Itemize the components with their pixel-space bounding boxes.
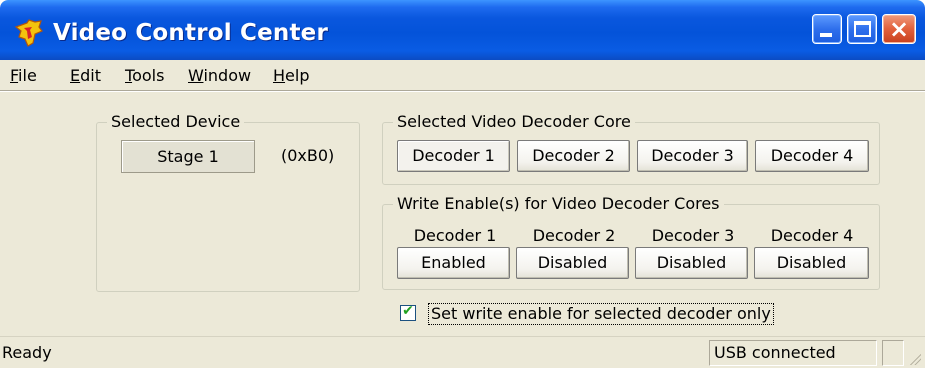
menu-separator bbox=[0, 90, 925, 92]
decoder-1-button[interactable]: Decoder 1 bbox=[397, 140, 510, 172]
menu-edit-accel: E bbox=[70, 66, 81, 85]
selected-device-title: Selected Device bbox=[107, 112, 245, 131]
status-bar: Ready USB connected bbox=[0, 336, 925, 368]
status-connection: USB connected bbox=[709, 340, 877, 366]
close-icon: × bbox=[888, 15, 910, 43]
menu-tools[interactable]: Tools bbox=[125, 66, 164, 85]
menu-window-accel: W bbox=[188, 66, 204, 85]
menu-file[interactable]: File bbox=[10, 66, 37, 85]
write-enable-decoder-3-button[interactable]: Disabled bbox=[635, 247, 748, 279]
device-address: (0xB0) bbox=[281, 146, 335, 165]
resize-grip-icon[interactable] bbox=[907, 351, 921, 365]
decoder-2-button[interactable]: Decoder 2 bbox=[517, 140, 630, 172]
status-ready-text: Ready bbox=[2, 343, 52, 362]
menu-window[interactable]: Window bbox=[188, 66, 251, 85]
selected-only-label[interactable]: Set write enable for selected decoder on… bbox=[428, 303, 774, 325]
write-enable-decoder-3-label: Decoder 3 bbox=[651, 226, 735, 245]
close-button[interactable]: × bbox=[882, 14, 916, 44]
write-enable-decoder-2-label: Decoder 2 bbox=[532, 226, 616, 245]
status-panel-empty bbox=[882, 340, 904, 366]
menu-bar: File Edit Tools Window Help bbox=[0, 60, 925, 90]
ti-logo-icon bbox=[14, 19, 43, 47]
menu-tools-label: ools bbox=[132, 66, 165, 85]
selected-only-checkbox[interactable]: ✔ bbox=[400, 303, 416, 321]
menu-help-accel: H bbox=[273, 66, 286, 85]
app-window: Video Control Center × File Edit Tools W… bbox=[0, 0, 925, 368]
checkmark-icon: ✔ bbox=[402, 303, 414, 319]
menu-help[interactable]: Help bbox=[273, 66, 309, 85]
menu-window-label: indow bbox=[203, 66, 252, 85]
minimize-button[interactable] bbox=[812, 14, 842, 44]
device-name-button[interactable]: Stage 1 bbox=[121, 140, 255, 173]
write-enable-decoder-1-label: Decoder 1 bbox=[413, 226, 497, 245]
write-enable-decoder-4-button[interactable]: Disabled bbox=[754, 247, 869, 279]
menu-tools-accel: T bbox=[125, 66, 133, 85]
menu-edit-label: dit bbox=[80, 66, 101, 85]
menu-file-accel: F bbox=[10, 66, 19, 85]
decoder-core-title: Selected Video Decoder Core bbox=[393, 112, 635, 131]
menu-edit[interactable]: Edit bbox=[70, 66, 101, 85]
write-enable-title: Write Enable(s) for Video Decoder Cores bbox=[393, 194, 724, 213]
write-enable-decoder-4-label: Decoder 4 bbox=[770, 226, 854, 245]
maximize-button[interactable] bbox=[847, 14, 877, 44]
decoder-3-button[interactable]: Decoder 3 bbox=[637, 140, 748, 172]
title-bar[interactable]: Video Control Center × bbox=[0, 0, 925, 60]
window-title: Video Control Center bbox=[53, 20, 329, 46]
menu-file-label: ile bbox=[18, 66, 37, 85]
maximize-icon bbox=[854, 21, 871, 37]
menu-help-label: elp bbox=[285, 66, 310, 85]
decoder-4-button[interactable]: Decoder 4 bbox=[755, 140, 869, 172]
write-enable-decoder-2-button[interactable]: Disabled bbox=[516, 247, 629, 279]
minimize-icon bbox=[820, 33, 832, 37]
write-enable-decoder-1-button[interactable]: Enabled bbox=[397, 247, 510, 279]
